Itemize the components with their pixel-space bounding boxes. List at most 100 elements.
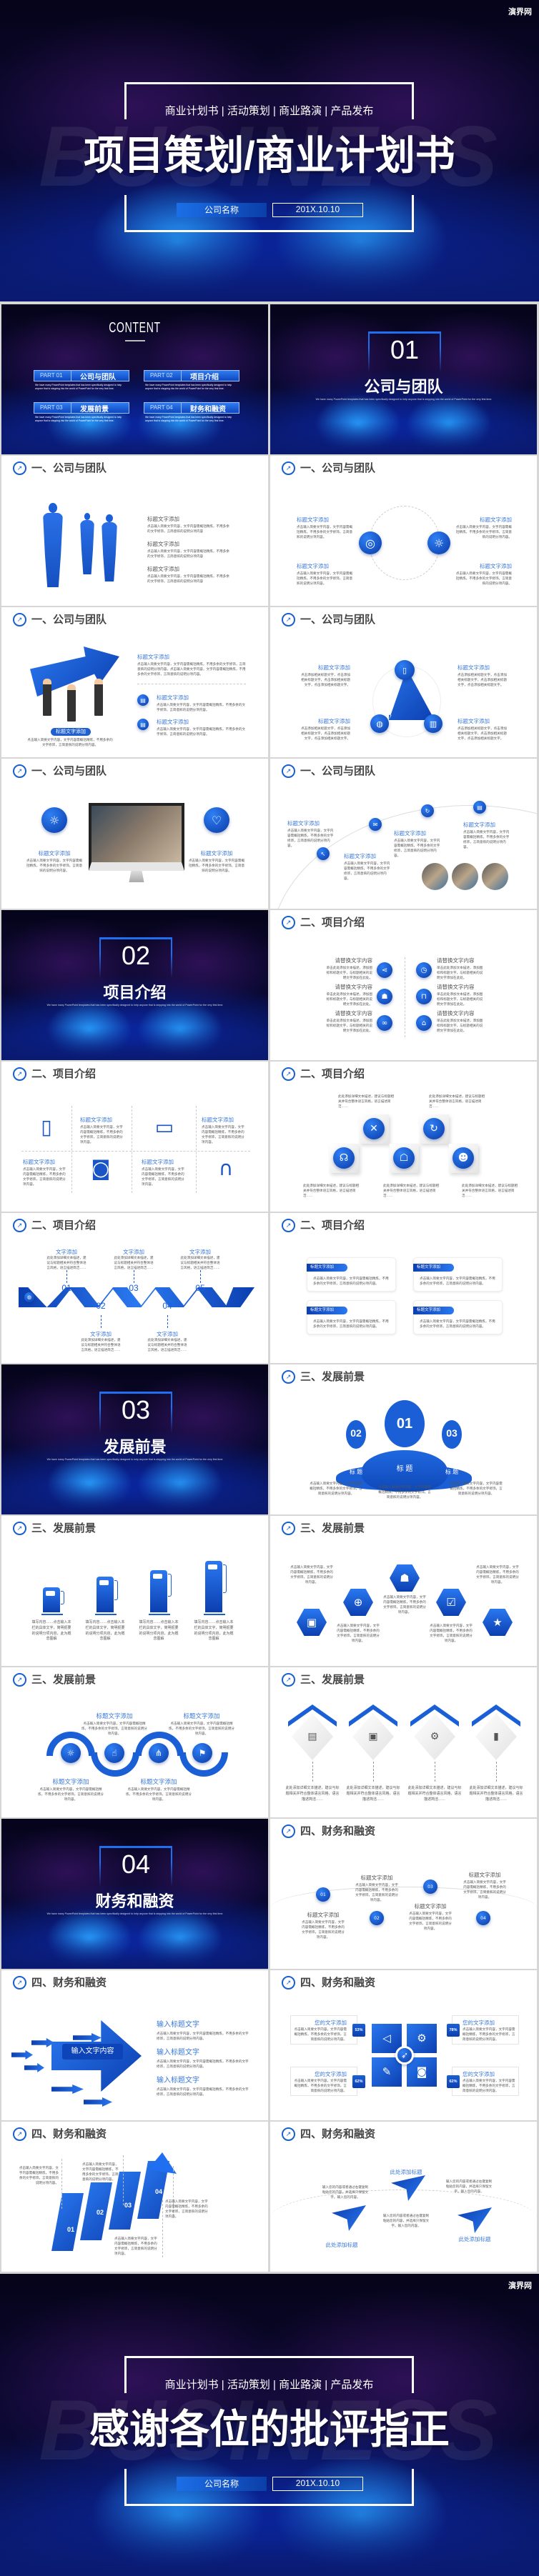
slide-squares[interactable]: ↗ 二、项目介绍 ✕ ↻ ☊ ☖ ☻ 此处添加详细文本描述，建议与标题相关并符合整体语言风格，… <box>270 1062 537 1212</box>
section-number: 01 <box>390 335 420 364</box>
slide-six[interactable]: ↗ 二、项目介绍 ⋖ ◷ 请替换文字内容 单击此处添加文本描述，添加图标和标题文字，与标题… <box>270 910 537 1060</box>
item-title: 标题文字添加 <box>480 516 512 523</box>
content-part-3[interactable]: PART 03 发展前景 <box>34 402 129 414</box>
slide-heading: 一、公司与团队 <box>31 462 107 474</box>
head-number: 02 <box>350 1427 362 1439</box>
content-part-2[interactable]: PART 02 项目介绍 <box>144 370 239 381</box>
section-description: We have many PowerPoint templates that h… <box>46 1004 224 1007</box>
slide-monitor[interactable]: ↗ 一、公司与团队 ☼ ♡ 标题文字添加 点击输入简要文字内容，文字内容需概括精炼，不用多… <box>1 759 268 909</box>
slide-section[interactable]: 01 公司与团队 We have many PowerPoint templates… <box>270 304 537 454</box>
content-part-4[interactable]: PART 04 财务和融资 <box>144 402 239 414</box>
card-body: 点击输入简要文字内容，文字内容需概括精炼，不用多余的文字修饰，言简意赅的说明分项… <box>420 1319 495 1329</box>
slide-curve[interactable]: ↗ 一、公司与团队 ↖ ✉ ↻ ▤ 标题文字添加 点击输入简要文字内容，文字内容需概括精炼，不… <box>270 759 537 909</box>
slide-heads[interactable]: ↗ 三、发展前景 01 02 03 标 题标 题标 题点击输入简要文字内容，文字内容需概括… <box>270 1364 537 1514</box>
slide-section[interactable]: 02 项目介绍 We have many PowerPoint templates … <box>1 910 268 1060</box>
part-number: PART 03 <box>34 403 71 413</box>
part-label: 项目介绍 <box>190 373 219 381</box>
crowd-silhouette <box>1 1027 268 1060</box>
part-label: 公司与团队 <box>80 373 116 381</box>
crowd-silhouette <box>1 1481 268 1514</box>
item-body: 点击输入简要文字内容，文字内容需概括精炼，不用多余的文字修饰，言简意赅的说明分项… <box>147 524 229 534</box>
slide-section[interactable]: 03 发展前景 We have many PowerPoint templates … <box>1 1364 268 1514</box>
content-part-1[interactable]: PART 01 公司与团队 <box>34 370 129 381</box>
percent-badge: 53% <box>352 2024 365 2037</box>
card-tab: 标题文字添加 <box>307 1264 347 1272</box>
pump-base <box>204 1614 225 1615</box>
slide-arrows[interactable]: ↗ 四、财务和融资 输入文字内容 输入标题文字 点击输入简要文字内容，文字内容需概括精炼… <box>1 1970 268 2120</box>
item-body: 此处添加详细文本描述，建议与标题相关并符合整体语言风格，语言描述简洁…… <box>346 1786 400 1802</box>
slide-stair[interactable]: ↗ 四、财务和融资 01 02 03 04 点击输入简要文字内容，文字内容需概括精炼，不用多… <box>1 2122 268 2272</box>
head-label: 标 题 <box>445 1469 459 1475</box>
item-body: 此处添加详细文本描述，建议与标题相关并符合整体语言风格，语言描述简洁…… <box>114 1256 154 1270</box>
date-box: 201X.10.10 <box>272 2477 363 2491</box>
slide-heading: 四、财务和融资 <box>300 1977 376 1989</box>
item-body: 点击输入简要文字内容，文字内容需概括精炼，不用多余的文字修饰，言简意赅的说明分项… <box>463 2027 515 2042</box>
slide-cards[interactable]: ↗ 二、项目介绍 标题文字添加 点击输入简要文字内容，文字内容需概括精炼，不用多余的文… <box>270 1213 537 1363</box>
team-photo <box>482 863 508 890</box>
arrow-circle-icon: ↗ <box>282 2127 295 2141</box>
arrow-circle-icon: ↗ <box>282 1219 295 1232</box>
slide-wave4[interactable]: ↗ 四、财务和融资 01 02 03 04 标题文字添加 点击输入简要文字内容，文字内容需概括… <box>270 1819 537 1969</box>
grid-h-line <box>21 1151 250 1152</box>
frame-bottom <box>124 195 414 232</box>
item-title: 标题文字添加 <box>414 1903 447 1909</box>
step-circle: 03 <box>423 1879 437 1894</box>
step-circle: 04 <box>476 1911 490 1925</box>
medal-icon: ★ <box>483 1609 513 1636</box>
slide-wave[interactable]: ↗ 三、发展前景 ☼ ☝ ⋔ ⚑ 标题文字添加 点击输入简要文字内容，文字内容需概括精炼，不用… <box>1 1667 268 1817</box>
monitor-photo <box>89 803 184 871</box>
slide-diamonds[interactable]: ↗ 三、发展前景 ▤ 此处添加详细文本描述，建议与标题相关并符合整体语言风格，语言描述… <box>270 1667 537 1817</box>
item-title: 标题文字添加 <box>458 664 490 671</box>
item-body: 单击此处添加文本描述，添加图标和标题文字，与标题相关的说明文字添加在此处。 <box>437 992 483 1007</box>
arrow-circle-icon: ↗ <box>282 1824 295 1838</box>
tagline: 商业计划书 | 活动策划 | 商业路演 | 产品发布 <box>164 105 374 117</box>
item-body: 点击输入简要文字内容，文字内容需概括精炼，不用多余的文字修饰，言简意赅的说明分项… <box>337 1624 380 1643</box>
slide-planes[interactable]: ↗ 四、财务和融资 此处添加标题 此处添加标题 此处添加标题 输入您的内容或者通过右键复制… <box>270 2122 537 2272</box>
slide-team[interactable]: ↗ 一、公司与团队 标题文字添加 点击输入简要文字内容，文字内容需概括精炼，不用多余的… <box>1 456 268 606</box>
item-title: 标题文字添加 <box>157 719 189 725</box>
item-title: 标题文字添加 <box>140 1778 177 1785</box>
rocket-icon: ➶ <box>395 2046 414 2065</box>
arrow-circle-icon: ↗ <box>282 613 295 626</box>
info-box: 53% 您的文字添加 点击输入简要文字内容，文字内容需概括精炼，不用多余的文字修饰，… <box>290 2015 365 2045</box>
slide-heading: 一、公司与团队 <box>31 765 107 777</box>
slide-grid[interactable]: ↗ 二、项目介绍 ▯ ▭ ◙ ∩ 标题文字添加 点击输入简要文字内容，文字内容需概括精炼，不用… <box>1 1062 268 1212</box>
location-icon: ⊕ <box>343 1589 373 1616</box>
slide-heading: 二、项目介绍 <box>300 1068 365 1080</box>
item-title: 请替换文字内容 <box>437 957 475 964</box>
person-silhouette-icon <box>84 513 91 520</box>
item-title: 标题文字添加 <box>200 850 233 857</box>
person-body <box>102 522 117 581</box>
slide-triangle[interactable]: ↗ 一、公司与团队 ▯ ◍ ▥ 标题文字添加 点击添加相关标题文字，点击添加相关标题文字，点… <box>270 607 537 757</box>
dashed-connector <box>66 1270 67 1283</box>
slide-grid4[interactable]: ↗ 四、财务和融资 ◁ ⚙ ✎ ◙ ➶ 53% 您的文字添加 点击输入简要文字内容，文字内容需概括… <box>270 1970 537 2120</box>
section-number: 03 <box>121 1395 151 1424</box>
item-body: 点击输入简要文字内容，文字内容需概括精炼，不用多余的文字修饰，言简意赅的说明分项… <box>19 2166 59 2185</box>
slide-content[interactable]: CONTENT PART 01 公司与团队 We have many PowerPoi… <box>1 304 268 454</box>
arrow-circle-icon: ↗ <box>13 1067 26 1081</box>
headphones-icon: ∩ <box>218 1157 234 1180</box>
item-body: 点击输入简要文字内容，文字内容需概括精炼，不用多余的文字修饰，言简意赅的说明分项… <box>355 1883 398 1902</box>
dashed-connector <box>496 1762 497 1782</box>
arrow-circle-icon: ↗ <box>13 1976 26 1990</box>
share-icon: ⋖ <box>377 962 392 978</box>
slide-circle2[interactable]: ↗ 一、公司与团队 ◎ ☼ 标题文字添加 点击输入简要文字内容，文字内容需概括精炼，不用多… <box>270 456 537 606</box>
arrow-label: 输入文字内容 <box>62 2044 123 2060</box>
item-title: 此处添加标题 <box>458 2236 491 2242</box>
slide-section[interactable]: 04 财务和融资 We have many PowerPoint templates… <box>1 1819 268 1969</box>
slide-arrowpeople[interactable]: ↗ 一、公司与团队 标题文字添加 点击输入简要文字内容，文字内容需概括精炼，不用多余的… <box>1 607 268 757</box>
item-body: 点击输入简要文字内容，文字内容需概括精炼，不用多余的文字修饰，言简意赅的说明分项… <box>378 1485 431 1499</box>
item-title: 标题文字添加 <box>480 563 512 569</box>
item-body: 点击输入简要文字内容，文字内容需概括精炼，不用多余的文字修饰，言简意赅的说明分项… <box>455 571 512 586</box>
slide-pumps[interactable]: ↗ 三、发展前景 填写内容……点击输入本栏的具体文字，简明扼要的说明分项内容，此为概… <box>1 1516 268 1666</box>
slide-zigzag[interactable]: ↗ 二、项目介绍 ◍ 01 02 03 04 05 文字添加 此处添加详细文本描述，建议与标题相关… <box>1 1213 268 1363</box>
mail-icon: ✉ <box>369 818 382 831</box>
dashed-connector <box>312 1762 313 1782</box>
item-title: 请替换文字内容 <box>335 1010 373 1017</box>
head-label: 标 题 <box>396 1465 413 1473</box>
pump-window <box>208 1564 217 1569</box>
slide-hex[interactable]: ↗ 三、发展前景 ▣ ⊕ ☗ ☑ ★ 点击输入简要文字内容，文字内容需概括精炼，不用多余的文字… <box>270 1516 537 1666</box>
item-body: 点击输入简要文字内容，文字内容需概括精炼，不用多余的文字修饰，言简意赅的说明分项… <box>147 549 229 559</box>
item-body: 单击此处添加文本描述，添加图标和标题文字，与标题相关的说明文字添加在此处。 <box>437 1019 483 1033</box>
item-body: 点击输入简要文字内容，文字内容需概括精炼，不用多余的文字修饰，言简意赅的说明分项… <box>169 1722 234 1736</box>
